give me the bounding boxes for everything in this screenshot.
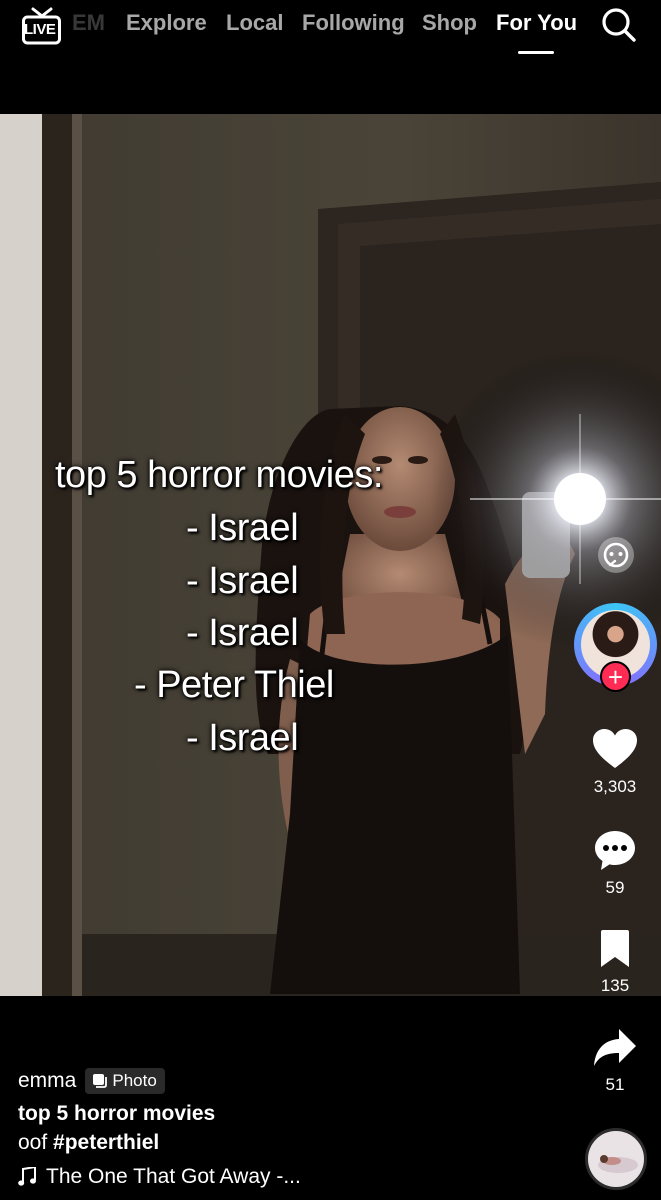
comment-action[interactable]: 59 [575, 829, 655, 898]
mirror-selfie-image [0, 114, 661, 996]
comment-icon[interactable] [593, 829, 637, 871]
photo-badge: Photo [85, 1068, 165, 1094]
nav-item-local[interactable]: Local [226, 10, 283, 36]
overlay-line: top 5 horror movies: [55, 454, 383, 496]
overlay-line: - Israel [186, 717, 299, 759]
active-tab-indicator [518, 51, 554, 54]
username[interactable]: emma [18, 1069, 76, 1093]
music-title[interactable]: The One That Got Away -... [46, 1165, 301, 1189]
overlay-line: - Israel [186, 560, 299, 602]
share-count: 51 [605, 1075, 625, 1094]
post-info: emma Photo top 5 horror movies oof #pete… [18, 1066, 578, 1189]
overlay-line: - Israel [186, 612, 299, 654]
nav-item-shop[interactable]: Shop [422, 10, 477, 36]
quote-icon[interactable] [598, 537, 634, 573]
bookmark-icon[interactable] [598, 929, 632, 969]
music-disc[interactable] [585, 1128, 647, 1190]
live-icon[interactable]: LIVE [22, 6, 62, 46]
post-caption: oof #peterthiel [18, 1131, 578, 1155]
follow-button[interactable]: + [600, 661, 631, 692]
hashtag-link[interactable]: #peterthiel [53, 1131, 159, 1154]
live-label: LIVE [24, 21, 56, 38]
save-action[interactable]: 135 [575, 929, 655, 996]
music-cover-image [588, 1131, 644, 1187]
music-note-icon [18, 1167, 36, 1186]
share-action[interactable]: 51 [575, 1028, 655, 1095]
nav-item-for-you[interactable]: For You [496, 10, 577, 36]
like-count: 3,303 [593, 777, 637, 796]
top-navigation: LIVE EM Explore Local Following Shop For… [0, 0, 661, 60]
music-row[interactable]: The One That Got Away -... [18, 1165, 578, 1189]
save-count: 135 [600, 976, 630, 995]
search-icon[interactable] [600, 6, 638, 44]
photo-badge-label: Photo [112, 1071, 157, 1090]
creator-avatar[interactable]: + [574, 603, 657, 692]
caption-text: oof [18, 1131, 54, 1154]
like-action[interactable]: 3,303 [575, 728, 655, 797]
overlay-line: - Peter Thiel [134, 664, 334, 706]
post-photo[interactable]: top 5 horror movies: - Israel - Israel -… [0, 114, 661, 996]
heart-icon[interactable] [592, 728, 638, 770]
photo-badge-icon [93, 1074, 108, 1088]
nav-item-explore[interactable]: Explore [126, 10, 207, 36]
comment-count: 59 [605, 878, 625, 897]
nav-item-partial[interactable]: EM [72, 10, 105, 36]
overlay-line: - Israel [186, 507, 299, 549]
share-icon[interactable] [593, 1028, 637, 1068]
nav-item-following[interactable]: Following [302, 10, 405, 36]
post-title: top 5 horror movies [18, 1102, 216, 1125]
